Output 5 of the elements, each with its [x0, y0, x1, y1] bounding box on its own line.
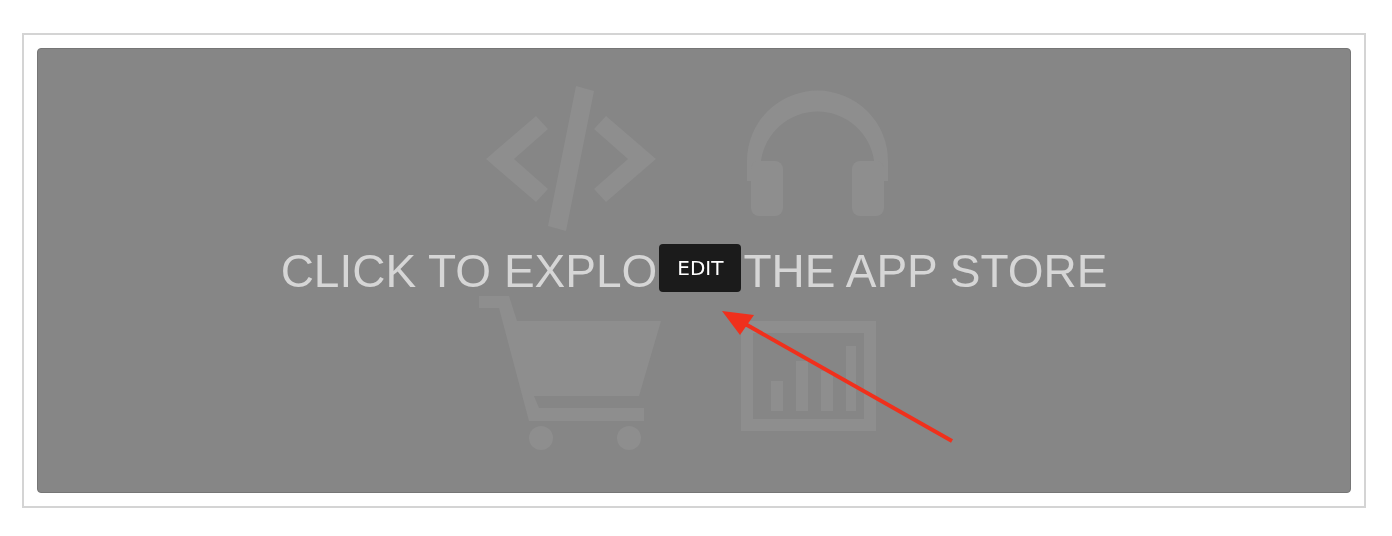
headline-text: THE APP STORE [743, 243, 1108, 298]
banner-panel[interactable]: CLICK TO EXPLO EDIT THE APP STORE [37, 48, 1351, 493]
headline-text: CLICK TO EXPLO [280, 243, 658, 298]
edit-button[interactable]: EDIT [659, 243, 742, 292]
chart-icon [741, 321, 876, 431]
